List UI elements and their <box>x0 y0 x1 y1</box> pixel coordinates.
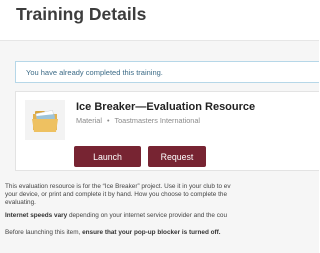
description-line-1: This evaluation resource is for the “Ice… <box>5 183 231 190</box>
description-line-2: your device, or print and complete it by… <box>5 190 228 198</box>
description-text: This evaluation resource is for the “Ice… <box>5 183 231 206</box>
speed-note-rest: depending on your internet service provi… <box>67 212 228 219</box>
request-button[interactable]: Request <box>148 146 206 167</box>
resource-type: Material <box>76 116 102 125</box>
speed-note: Internet speeds vary depending on your i… <box>5 212 227 220</box>
content-area: You have already completed this training… <box>0 40 319 253</box>
folder-icon <box>25 100 65 140</box>
resource-meta: Material • Toastmasters International <box>76 116 200 125</box>
launch-button[interactable]: Launch <box>74 146 141 167</box>
resource-card: Ice Breaker—Evaluation Resource Material… <box>15 91 319 171</box>
page-title: Training Details <box>16 4 147 24</box>
popup-note-lead: Before launching this item, <box>5 229 83 236</box>
description-line-3: evaluating. <box>5 198 36 206</box>
speed-note-bold: Internet speeds vary <box>5 212 68 219</box>
resource-title: Ice Breaker—Evaluation Resource <box>76 101 256 113</box>
completion-notice: You have already completed this training… <box>15 61 319 83</box>
completion-notice-text: You have already completed this training… <box>26 68 163 77</box>
popup-note-bold: ensure that your pop-up blocker is turne… <box>82 229 221 236</box>
popup-note: Before launching this item, ensure that … <box>5 229 221 237</box>
meta-separator: • <box>106 116 110 125</box>
resource-publisher: Toastmasters International <box>114 116 201 125</box>
